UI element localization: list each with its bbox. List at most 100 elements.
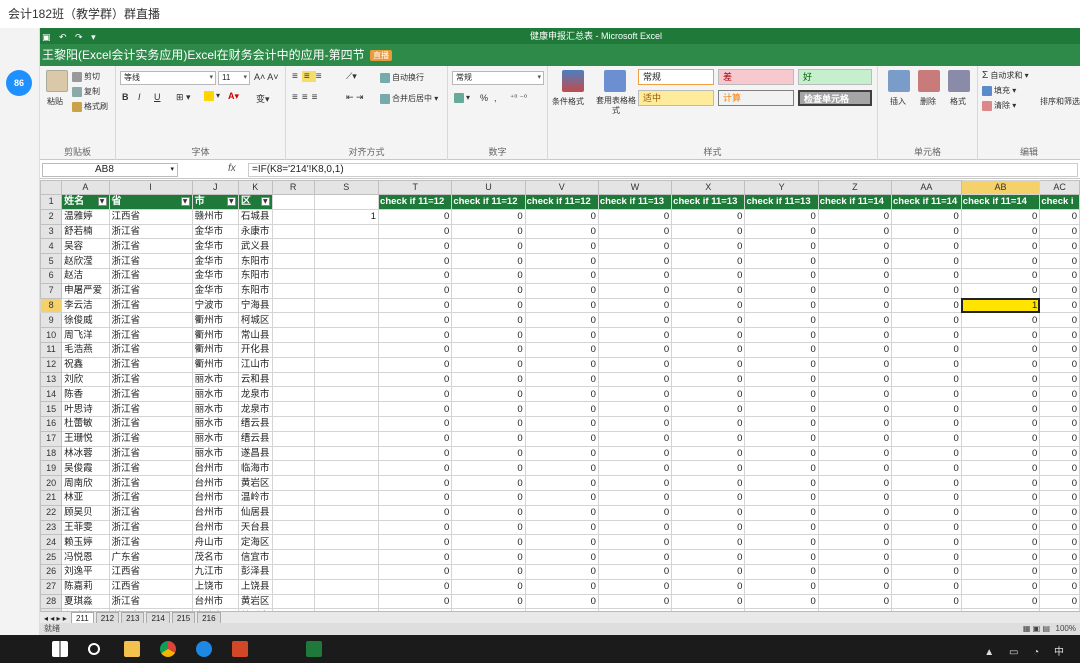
cell-check[interactable]: 0 bbox=[451, 519, 526, 536]
cell-check[interactable]: 0 bbox=[671, 563, 746, 580]
cell-name[interactable]: 吴俊霞 bbox=[61, 460, 110, 477]
cell-check[interactable]: 0 bbox=[960, 549, 1041, 565]
cell-district[interactable]: 常山县 bbox=[237, 327, 273, 343]
cell-check[interactable]: 0 bbox=[597, 593, 673, 610]
cell-province[interactable]: 广东省 bbox=[108, 549, 193, 565]
cell-city[interactable]: 金华市 bbox=[191, 267, 239, 284]
cell-check[interactable]: 0 bbox=[378, 519, 453, 536]
cell-check[interactable]: 0 bbox=[524, 208, 599, 225]
cell-s[interactable] bbox=[313, 534, 380, 551]
cell-province[interactable]: 浙江省 bbox=[108, 341, 193, 358]
cell-city[interactable]: 台州市 bbox=[191, 504, 239, 521]
cell-check[interactable]: 0 bbox=[451, 578, 526, 595]
cell-check[interactable]: 0 bbox=[1039, 327, 1080, 343]
powerpoint-icon[interactable] bbox=[232, 641, 248, 657]
cell-check[interactable]: 0 bbox=[1039, 341, 1080, 358]
cell-check[interactable]: 0 bbox=[891, 519, 962, 536]
cell-check[interactable]: 0 bbox=[597, 282, 673, 299]
cell-check[interactable]: 0 bbox=[671, 430, 746, 447]
cell-check[interactable]: 0 bbox=[960, 563, 1041, 580]
cell-check[interactable]: 0 bbox=[451, 267, 526, 284]
cell-check[interactable]: 0 bbox=[744, 460, 819, 477]
cell-check[interactable]: 0 bbox=[960, 504, 1041, 521]
conditional-format-button[interactable]: 条件格式 bbox=[552, 96, 584, 107]
font-size-select[interactable]: 11 ▾ bbox=[218, 71, 250, 85]
cell-check[interactable]: 0 bbox=[597, 312, 673, 329]
cell-check[interactable]: 0 bbox=[817, 578, 893, 595]
cell-check[interactable]: 0 bbox=[744, 430, 819, 447]
font-color-button[interactable]: A▾ bbox=[228, 91, 239, 102]
header-check[interactable]: check i bbox=[1039, 194, 1080, 210]
cell-name[interactable]: 王珊悦 bbox=[61, 430, 110, 447]
row-header[interactable]: 23 bbox=[40, 519, 63, 536]
cell-province[interactable]: 浙江省 bbox=[108, 386, 193, 403]
cell-check[interactable]: 0 bbox=[1039, 282, 1080, 299]
cell-check[interactable]: 0 bbox=[451, 563, 526, 580]
horizontal-align-buttons[interactable]: ≡≡≡ bbox=[292, 92, 322, 103]
cell-name[interactable]: 徐俊威 bbox=[61, 312, 110, 329]
cell-province[interactable]: 浙江省 bbox=[108, 223, 193, 240]
cell-check[interactable]: 0 bbox=[817, 519, 893, 536]
cell-check[interactable]: 0 bbox=[597, 549, 673, 565]
cell-check[interactable]: 0 bbox=[671, 489, 746, 506]
cell-check[interactable]: 0 bbox=[524, 593, 599, 610]
cell-district[interactable]: 龙泉市 bbox=[237, 386, 273, 403]
cell-province[interactable]: 浙江省 bbox=[108, 253, 193, 269]
cell-province[interactable]: 浙江省 bbox=[108, 401, 193, 417]
cell-check[interactable]: 0 bbox=[671, 208, 746, 225]
clear-button[interactable]: 清除 ▾ bbox=[982, 100, 1016, 111]
cell-city[interactable]: 台州市 bbox=[191, 475, 239, 491]
cell-check[interactable]: 0 bbox=[671, 371, 746, 388]
cell-name[interactable]: 冯悦恩 bbox=[61, 549, 110, 565]
cell-name[interactable]: 陈香 bbox=[61, 386, 110, 403]
cell-district[interactable]: 石城县 bbox=[237, 208, 273, 225]
grow-font-button[interactable]: A˄ A˅ bbox=[254, 72, 279, 82]
cell-check[interactable]: 0 bbox=[1039, 238, 1080, 255]
cell-check[interactable]: 0 bbox=[960, 593, 1041, 610]
cell-check[interactable]: 0 bbox=[524, 282, 599, 299]
conditional-format-icon[interactable] bbox=[562, 70, 584, 92]
cell-s[interactable] bbox=[313, 415, 380, 432]
cell-s[interactable] bbox=[313, 297, 380, 314]
cell-check[interactable]: 0 bbox=[378, 282, 453, 299]
cell-check[interactable]: 0 bbox=[597, 327, 673, 343]
cell-s[interactable] bbox=[313, 445, 380, 462]
cell-s[interactable] bbox=[313, 267, 380, 284]
cell-check[interactable]: 0 bbox=[744, 489, 819, 506]
cell-check[interactable]: 0 bbox=[960, 238, 1041, 255]
cell-check[interactable]: 0 bbox=[817, 549, 893, 565]
cell-province[interactable]: 江西省 bbox=[108, 578, 193, 595]
cell[interactable] bbox=[271, 430, 315, 447]
cell[interactable] bbox=[271, 386, 315, 403]
style-check-cell[interactable]: 检查单元格 bbox=[798, 90, 872, 106]
name-box[interactable]: AB8 ▾ bbox=[42, 163, 178, 177]
cell-s[interactable] bbox=[313, 549, 380, 565]
cell-check[interactable]: 0 bbox=[597, 578, 673, 595]
cell-s[interactable] bbox=[313, 282, 380, 299]
row-header[interactable]: 4 bbox=[40, 238, 63, 255]
cell-district[interactable]: 东阳市 bbox=[237, 253, 273, 269]
cell-check[interactable]: 0 bbox=[597, 415, 673, 432]
cell-name[interactable]: 周南欣 bbox=[61, 475, 110, 491]
cell-district[interactable]: 黄岩区 bbox=[237, 593, 273, 610]
column-header-u[interactable]: U bbox=[451, 180, 526, 195]
sort-filter-button[interactable]: 排序和筛选 bbox=[1040, 96, 1080, 107]
row-header[interactable]: 12 bbox=[40, 356, 63, 373]
header-check[interactable]: check if 11=14 bbox=[891, 194, 962, 210]
cell-check[interactable]: 0 bbox=[451, 341, 526, 358]
cell-check[interactable]: 0 bbox=[451, 223, 526, 240]
format-button[interactable]: 格式 bbox=[950, 96, 966, 107]
cell-check[interactable]: 0 bbox=[524, 430, 599, 447]
cell-province[interactable]: 浙江省 bbox=[108, 460, 193, 477]
cell-name[interactable]: 吴容 bbox=[61, 238, 110, 255]
font-name-select[interactable]: 等线 ▾ bbox=[120, 71, 216, 85]
cell-name[interactable]: 顾昊贝 bbox=[61, 504, 110, 521]
cell-check[interactable]: 0 bbox=[1039, 415, 1080, 432]
cell[interactable] bbox=[271, 519, 315, 536]
header-check[interactable]: check if 11=12 bbox=[524, 194, 599, 210]
cell-check[interactable]: 0 bbox=[891, 386, 962, 403]
cell-city[interactable]: 衢州市 bbox=[191, 341, 239, 358]
cell-check[interactable]: 0 bbox=[960, 253, 1041, 269]
cell-name[interactable]: 申屠严爱 bbox=[61, 282, 110, 299]
cell-check[interactable]: 0 bbox=[451, 282, 526, 299]
